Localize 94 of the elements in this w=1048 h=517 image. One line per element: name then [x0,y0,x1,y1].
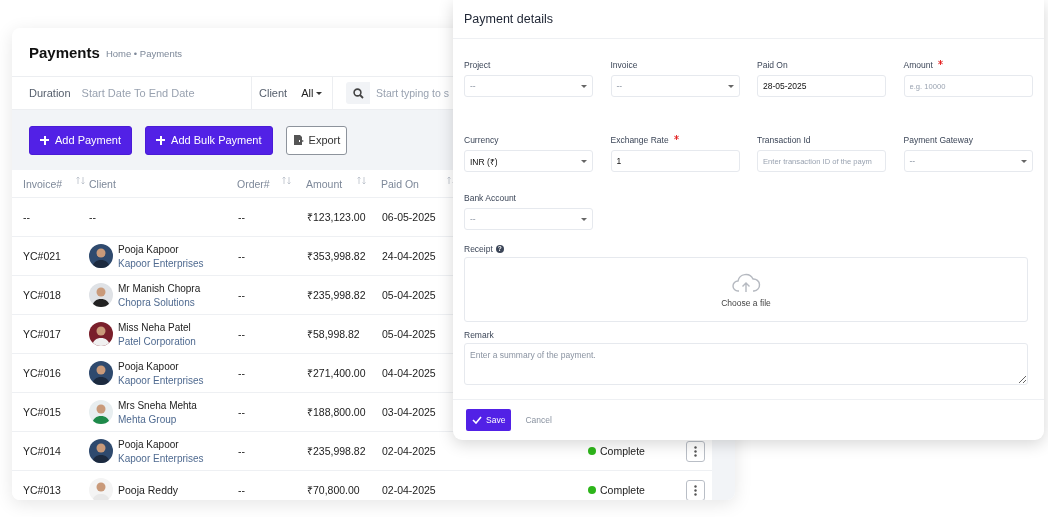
table-cell-text: -- [237,367,246,379]
breadcrumb: Home • Payments [105,46,183,59]
table-cell-text: 04-04-2025 [381,367,437,379]
export-button[interactable]: Export [285,125,348,155]
table-cell-text: -- [237,211,246,223]
table-cell-text: YC#021 [22,250,62,262]
select-field[interactable]: INR (₹) [464,150,593,172]
field-label: Remark [464,329,494,340]
column-header[interactable]: Paid On [381,177,419,190]
company-link[interactable]: Kapoor Enterprises [118,257,204,269]
field-label: Receipt [464,243,493,254]
table-cell-text: ₹58,998.82 [306,327,361,341]
field-label: Invoice [610,59,638,70]
table-cell-text: YC#015 [22,406,62,418]
company-link[interactable]: Chopra Solutions [118,296,201,308]
table-cell-text: 02-04-2025 [381,445,437,457]
client-name: Pooja Kapoor [118,360,180,372]
table-cell-text: -- [237,289,246,301]
company-link[interactable]: Mehta Group [118,413,197,425]
column-header[interactable]: Invoice# [23,177,63,190]
page-title: Payments [29,43,100,61]
table-cell-text: -- [22,211,31,223]
upload-cloud-icon [731,271,761,294]
table-cell-text: -- [237,484,246,496]
table-cell-text: 02-04-2025 [381,484,437,496]
select-field[interactable]: -- [903,150,1033,172]
remark-field[interactable]: Enter a summary of the payment. [464,343,1028,385]
table-cell-text: YC#018 [22,289,62,301]
table-cell-text: 03-04-2025 [381,406,437,418]
status-text: Complete [600,445,645,457]
more-button[interactable] [686,440,705,462]
client-name: Pooja Kapoor [118,438,180,450]
field-label: Transaction Id [757,134,811,145]
company-link[interactable]: Patel Corporation [118,335,196,347]
table-cell: Pooja Reddy [118,484,179,496]
cancel-button[interactable]: Cancel [525,415,552,425]
client-dropdown[interactable]: All [301,87,323,99]
field-label: Project [464,59,491,70]
table-cell-text: ₹235,998.82 [306,444,367,458]
client-name: Mr Manish Chopra [118,282,201,294]
check-icon [472,416,482,424]
field-label: Currency [464,134,499,145]
column-header[interactable]: Client [89,177,116,190]
table-cell-text: 06-05-2025 [381,211,437,223]
filter-label: Client [259,87,288,99]
table-cell-text: 05-04-2025 [381,289,437,301]
vertical-dots-icon [694,445,697,457]
add-button[interactable]: Add Payment [29,125,133,155]
table-cell-text: -- [237,328,246,340]
table-cell-text: 24-04-2025 [381,250,437,262]
table-cell-text: ₹271,400.00 [306,366,367,380]
table-cell-text: ₹70,800.00 [306,483,361,497]
status-text: Complete [600,484,645,496]
table-cell-text: YC#014 [22,445,62,457]
company-link[interactable]: Kapoor Enterprises [118,452,204,464]
table-cell-text: ₹123,123.00 [306,210,367,224]
more-button[interactable] [686,479,705,500]
input-field[interactable]: 28-05-2025 [757,75,886,97]
company-link[interactable]: Kapoor Enterprises [118,374,204,386]
save-button[interactable]: Save [466,409,512,431]
client-name: Miss Neha Patel [118,321,192,333]
field-label: Bank Account [464,192,516,203]
table-cell-text: ₹235,998.82 [306,288,367,302]
table-cell-text: ₹188,800.00 [306,405,367,419]
table-cell-text: -- [237,445,246,457]
add-button[interactable]: Add Bulk Payment [145,125,273,155]
file-dropzone[interactable]: Choose a file [464,257,1028,322]
table-cell: -- [89,211,96,223]
field-label: Amount [903,59,933,70]
table-cell-text: 05-04-2025 [381,328,437,340]
client-name: Mrs Sneha Mehta [118,399,197,411]
filter-label: Duration [29,87,71,99]
field-label: Exchange Rate [610,134,669,145]
file-export-icon [292,134,305,146]
modal-title: Payment details [453,0,1044,39]
vertical-dots-icon [694,484,697,496]
table-cell-text: -- [237,250,246,262]
search-icon [346,82,370,104]
table-cell-text: YC#017 [22,328,62,340]
plus-icon [40,135,49,145]
plus-icon [156,135,166,145]
select-field[interactable]: -- [464,75,593,97]
table-cell-text: ₹353,998.82 [306,249,367,263]
table-cell-text: YC#016 [22,367,62,379]
field-label: Payment Gateway [903,134,973,145]
column-header[interactable]: Order# [237,177,270,190]
select-field[interactable]: -- [464,208,593,230]
field-label: Paid On [757,59,788,70]
input-field[interactable]: 1 [610,150,740,172]
select-field[interactable]: -- [610,75,740,97]
client-name: Pooja Kapoor [118,243,180,255]
column-header[interactable]: Amount [306,177,343,190]
table-cell-text: YC#013 [22,484,62,496]
table-cell-text: -- [237,406,246,418]
